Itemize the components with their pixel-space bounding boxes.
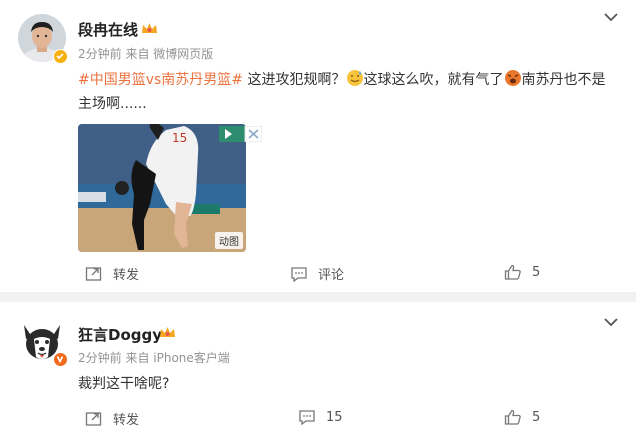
like-icon (504, 409, 521, 425)
sweat-emoji-icon (346, 70, 363, 86)
author-name[interactable]: 段冉在线 (78, 19, 138, 40)
like-icon (504, 264, 521, 280)
post-text: #中国男篮vs南苏丹男篮# 这进攻犯规啊？ 这球这么吹，就有气了 南苏丹也不是主场啊… (78, 68, 618, 116)
feed-divider (0, 292, 636, 302)
comment-button[interactable]: 评论 (290, 264, 344, 283)
repost-icon (85, 411, 102, 426)
media-overlay-icon[interactable] (219, 126, 262, 142)
comment-icon (291, 266, 307, 282)
crown-icon (160, 327, 175, 337)
repost-icon (85, 266, 102, 281)
post-meta: 2分钟前 来自 微博网页版 (78, 47, 214, 61)
author-name[interactable]: 狂言Doggy (78, 324, 162, 345)
angry-emoji-icon (504, 70, 521, 86)
like-button[interactable]: 5 (504, 409, 540, 425)
like-button[interactable]: 5 (504, 264, 540, 280)
hashtag-link[interactable]: #中国男篮vs南苏丹男篮# (78, 72, 243, 88)
comment-icon (299, 410, 315, 425)
gif-badge: 动图 (215, 232, 243, 249)
chevron-down-icon[interactable] (604, 12, 618, 22)
post-card: 段冉在线 2分钟前 来自 微博网页版 #中国男篮vs南苏丹男篮# 这进攻犯规啊？… (0, 0, 636, 292)
verified-icon (53, 49, 68, 64)
crown-icon (142, 23, 157, 33)
svg-text:15: 15 (172, 131, 187, 145)
chevron-down-icon[interactable] (604, 317, 618, 327)
repost-button[interactable]: 转发 (85, 264, 139, 283)
repost-button[interactable]: 转发 (85, 409, 139, 428)
post-text: 裁判这干啥呢? (78, 376, 170, 392)
post-meta: 2分钟前 来自 iPhone客户端 (78, 351, 230, 365)
post-media-gif[interactable]: 15 动图 (78, 124, 246, 252)
verified-icon (53, 352, 68, 367)
post-card: 狂言Doggy 2分钟前 来自 iPhone客户端 裁判这干啥呢? 转发 15 … (0, 302, 636, 432)
comment-button[interactable]: 15 (298, 409, 343, 425)
